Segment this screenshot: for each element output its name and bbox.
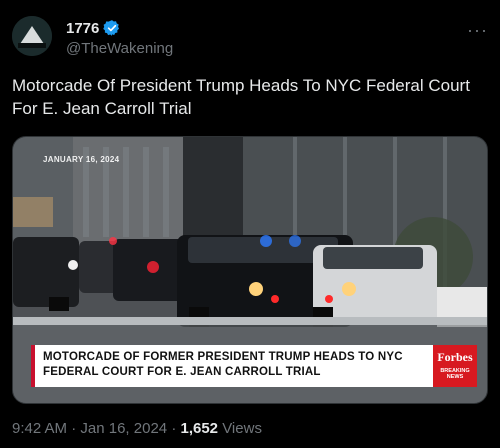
display-name[interactable]: 1776 xyxy=(66,20,99,37)
handle[interactable]: @TheWakening xyxy=(66,40,173,57)
more-options-icon[interactable]: ··· xyxy=(467,20,488,41)
avatar[interactable] xyxy=(12,16,52,56)
views-label: Views xyxy=(222,420,262,437)
breaking-news-label: BREAKING NEWS xyxy=(440,368,470,380)
post-time[interactable]: 9:42 AM xyxy=(12,420,67,437)
news-lower-third: MOTORCADE OF FORMER PRESIDENT TRUMP HEAD… xyxy=(31,345,433,387)
post-metadata: 9:42 AM · Jan 16, 2024 · 1,652 Views xyxy=(12,420,262,437)
post-text: Motorcade Of President Trump Heads To NY… xyxy=(12,76,470,118)
views-count: 1,652 xyxy=(180,420,219,437)
news-caption-line1: MOTORCADE OF FORMER PRESIDENT TRUMP HEAD… xyxy=(43,351,403,363)
forbes-logo: Forbes xyxy=(437,350,473,364)
video-date-stamp: JANUARY 16, 2024 xyxy=(43,155,120,164)
author-names: 1776 @TheWakening xyxy=(66,18,173,58)
post-video[interactable]: JANUARY 16, 2024 MOTORCADE OF FORMER PRE… xyxy=(12,136,488,404)
news-caption-line2: FEDERAL COURT FOR E. JEAN CARROLL TRIAL xyxy=(43,366,321,378)
meta-separator-2: · xyxy=(171,420,177,437)
post-date[interactable]: Jan 16, 2024 xyxy=(80,420,167,437)
meta-separator: · xyxy=(71,420,77,437)
post-header: 1776 @TheWakening ··· xyxy=(12,14,488,62)
news-caption: MOTORCADE OF FORMER PRESIDENT TRUMP HEAD… xyxy=(43,350,429,380)
verified-badge-icon xyxy=(103,20,120,36)
forbes-breaking-news-logo: Forbes BREAKING NEWS xyxy=(433,345,477,387)
